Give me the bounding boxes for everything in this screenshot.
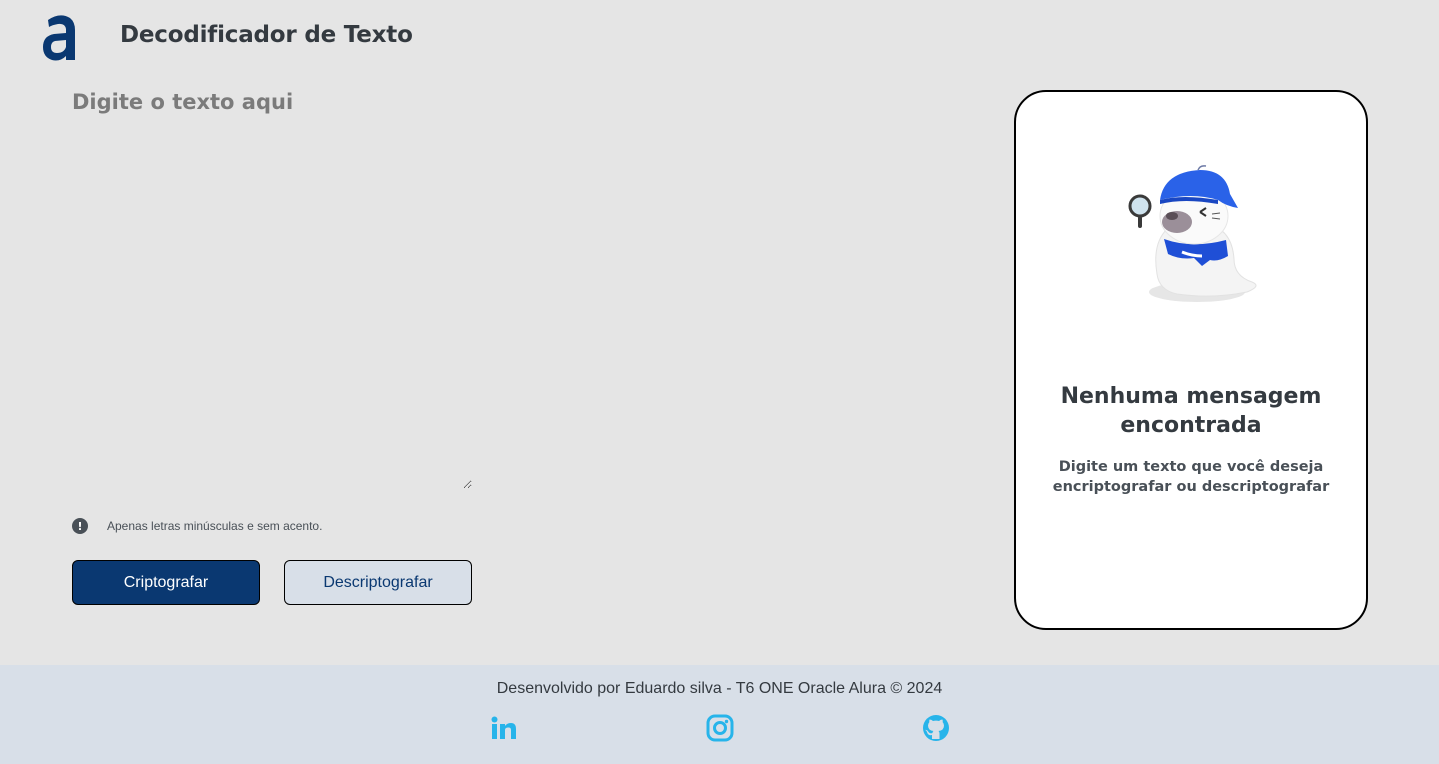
footer-credit: Desenvolvido por Eduardo silva - T6 ONE … bbox=[496, 680, 943, 697]
app-title: Decodificador de Texto bbox=[120, 22, 413, 48]
detective-seal-illustration bbox=[1128, 165, 1257, 302]
github-icon[interactable] bbox=[921, 713, 951, 743]
instagram-icon[interactable] bbox=[705, 713, 735, 743]
text-input[interactable] bbox=[70, 86, 472, 489]
footer: Desenvolvido por Eduardo silva - T6 ONE … bbox=[0, 665, 1439, 764]
hint-text: Apenas letras minúsculas e sem acento. bbox=[107, 519, 323, 533]
header: Decodificador de Texto bbox=[0, 0, 1439, 80]
decrypt-button[interactable]: Descriptografar bbox=[284, 560, 472, 605]
output-panel: Nenhuma mensagem encontrada Digite um te… bbox=[1014, 90, 1368, 630]
input-hint: ! Apenas letras minúsculas e sem acento. bbox=[72, 517, 322, 535]
encrypt-button[interactable]: Criptografar bbox=[72, 560, 260, 605]
empty-state-title: Nenhuma mensagem encontrada bbox=[1060, 384, 1322, 438]
linkedin-icon[interactable] bbox=[489, 713, 519, 743]
alura-logo-icon[interactable] bbox=[40, 12, 80, 64]
empty-state-subtitle: Digite um texto que você deseja encripto… bbox=[1052, 459, 1330, 495]
exclamation-circle-icon: ! bbox=[72, 518, 88, 534]
